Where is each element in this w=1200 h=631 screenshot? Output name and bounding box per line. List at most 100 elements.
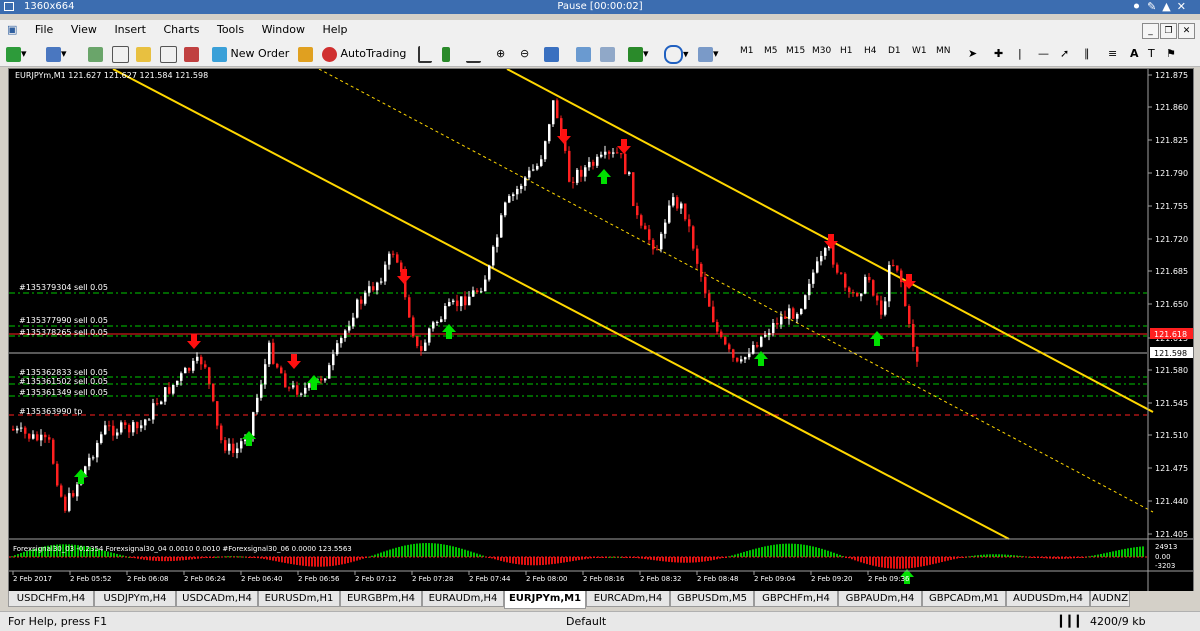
timeframe-w1[interactable]: W1 [912,46,927,56]
candle-body [816,261,819,273]
candle-body [300,393,303,395]
histogram-bar [1019,555,1021,557]
autotrading-button[interactable]: AutoTrading [322,45,406,62]
symbol-tab[interactable]: USDJPYm,H4 [94,591,176,607]
histogram-bar [290,557,292,564]
symbol-tab[interactable]: GBPCHFm,H4 [754,591,838,607]
candle-body [568,150,571,182]
timeframe-m30[interactable]: M30 [812,46,831,56]
candle-body [32,434,35,439]
histogram-bar [884,557,886,568]
timeframe-h4[interactable]: H4 [864,46,877,56]
menu-help[interactable]: Help [315,20,354,39]
indicators-icon[interactable]: ▾ [628,45,649,62]
symbol-tab[interactable]: EURUSDm,H1 [258,591,340,607]
trendline-icon[interactable]: ➚ [1060,45,1069,62]
timeframe-m15[interactable]: M15 [786,46,805,56]
vertical-line-icon[interactable]: | [1018,45,1022,62]
histogram-bar [740,552,742,557]
timeframe-mn[interactable]: MN [936,46,951,56]
symbol-tab[interactable]: GBPUSDm,M5 [670,591,754,607]
candle-body [160,401,163,405]
candle-body [912,323,915,347]
candle-body [908,305,911,324]
candle-body [372,286,375,291]
cursor-icon[interactable]: ➤ [968,45,977,62]
histogram-bar [119,554,121,557]
chart-window[interactable]: #135379304 sell 0.05 #135377990 sell 0.0… [8,68,1194,592]
symbol-tab[interactable]: GBPCADm,M1 [922,591,1006,607]
metaeditor-icon[interactable] [298,45,313,62]
histogram-bar [668,557,670,562]
symbol-tab[interactable]: EURCADm,H4 [586,591,670,607]
timeframe-m5[interactable]: M5 [764,46,778,56]
data-window-icon[interactable] [112,45,129,63]
zoom-in-icon[interactable]: ⊕ [496,45,505,62]
candle-body [380,281,383,283]
periods-icon[interactable]: ▾ [664,45,689,64]
market-watch-icon[interactable] [88,45,103,62]
candlestick-icon[interactable] [442,45,450,62]
horizontal-line-icon[interactable]: — [1038,45,1049,62]
symbol-tab[interactable]: EURAUDm,H4 [422,591,504,607]
histogram-bar [311,557,313,567]
menu-file[interactable]: File [28,20,60,39]
histogram-bar [167,557,169,562]
chart-background [9,69,1193,591]
arrows-icon[interactable]: ⚑ [1166,45,1176,62]
histogram-bar [719,557,721,559]
price-chart[interactable]: #135379304 sell 0.05 #135377990 sell 0.0… [9,68,1193,591]
minimize-button[interactable]: _ [1142,23,1159,39]
profiles-icon[interactable]: ▾ [46,45,67,62]
histogram-bar [704,557,706,562]
titlebar-icons[interactable]: ⚫✎▲✕ [1132,0,1192,13]
price-tick: 121.580 [1155,366,1188,375]
symbol-tab[interactable]: USDCADm,H4 [176,591,258,607]
symbol-tab[interactable]: EURJPYm,M1 [504,591,586,609]
histogram-bar [749,550,751,557]
new-chart-icon[interactable]: ▾ [6,45,27,62]
close-button[interactable]: ✕ [1178,23,1195,39]
line-chart-icon[interactable] [466,45,481,63]
text-label-icon[interactable]: T [1148,45,1155,62]
tester-icon[interactable] [184,45,199,62]
histogram-bar [455,547,457,557]
price-tick: 121.405 [1155,530,1188,539]
templates-icon[interactable]: ▾ [698,45,719,62]
symbol-tab[interactable]: AUDUSDm,H4 [1006,591,1090,607]
zoom-out-icon[interactable]: ⊖ [520,45,529,62]
symbol-tab[interactable]: GBPAUDm,H4 [838,591,922,607]
time-tick: 2 Feb 08:00 [526,575,567,583]
menu-insert[interactable]: Insert [107,20,153,39]
histogram-bar [359,557,361,560]
timeframe-m1[interactable]: M1 [740,46,754,56]
candle-body [800,308,803,315]
text-icon[interactable]: A [1130,45,1139,62]
symbol-tab[interactable]: AUDNZ [1090,591,1130,607]
new-order-button[interactable]: New Order [212,45,289,62]
histogram-bar [434,543,436,557]
autoscroll-icon[interactable] [576,45,591,62]
symbol-tab[interactable]: USDCHFm,H4 [8,591,94,607]
tile-windows-icon[interactable] [544,45,559,62]
menu-tools[interactable]: Tools [210,20,251,39]
bar-chart-icon[interactable] [418,45,432,63]
candle-body [472,290,475,297]
timeframe-d1[interactable]: D1 [888,46,901,56]
crosshair-icon[interactable]: ✚ [994,45,1003,62]
restore-button[interactable]: ❐ [1160,23,1177,39]
equidistant-channel-icon[interactable]: ∥ [1084,45,1090,62]
symbol-tab[interactable]: EURGBPm,H4 [340,591,422,607]
menu-window[interactable]: Window [255,20,312,39]
chart-shift-icon[interactable] [600,45,615,62]
candle-body [152,403,155,420]
histogram-bar [536,557,538,566]
histogram-bar [398,546,400,557]
candle-body [304,387,307,394]
fibonacci-icon[interactable]: ≡ [1108,45,1117,62]
menu-charts[interactable]: Charts [157,20,207,39]
navigator-icon[interactable] [136,45,151,62]
timeframe-h1[interactable]: H1 [840,46,853,56]
terminal-icon[interactable] [160,45,177,63]
menu-view[interactable]: View [64,20,104,39]
